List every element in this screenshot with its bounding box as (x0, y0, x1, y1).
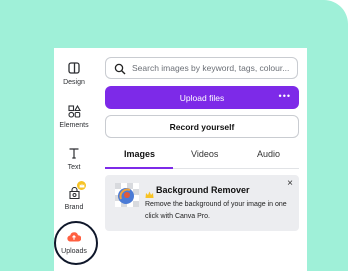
search-placeholder: Search images by keyword, tags, colour..… (132, 63, 290, 73)
brand-icon (67, 181, 86, 200)
promo-description: Remove the background of your image in o… (145, 201, 287, 220)
sidebar-item-design[interactable]: Design (54, 61, 94, 86)
background-remover-thumbnail-icon (115, 183, 139, 212)
crown-badge-icon (77, 181, 86, 190)
sidebar-item-text[interactable]: Text (54, 146, 94, 171)
layout-icon (67, 61, 81, 75)
text-icon (67, 146, 81, 160)
shapes-icon (67, 104, 81, 118)
tab-audio[interactable]: Audio (257, 149, 280, 159)
sidebar-item-label: Text (67, 164, 81, 171)
close-icon[interactable]: × (287, 178, 293, 189)
media-tabs: Images Videos Audio (105, 147, 299, 169)
tab-images[interactable]: Images (124, 149, 155, 159)
record-yourself-button[interactable]: Record yourself (105, 115, 299, 138)
background-remover-promo[interactable]: Background Remover Remove the background… (105, 175, 299, 231)
record-yourself-label: Record yourself (169, 121, 235, 132)
active-tab-indicator (105, 167, 173, 169)
search-input[interactable]: Search images by keyword, tags, colour..… (105, 57, 298, 79)
sidebar-item-brand[interactable]: Brand (54, 181, 94, 211)
upload-files-button[interactable]: Upload files ••• (105, 86, 299, 109)
more-options-icon[interactable]: ••• (279, 91, 291, 101)
sidebar-item-label: Elements (59, 122, 89, 129)
uploads-highlight-ring (54, 221, 98, 265)
search-icon (114, 62, 126, 75)
sidebar-item-elements[interactable]: Elements (54, 104, 94, 129)
sidebar-item-label: Brand (64, 204, 84, 211)
tab-videos[interactable]: Videos (191, 149, 218, 159)
upload-files-label: Upload files (179, 92, 225, 103)
promo-title: Background Remover (156, 185, 250, 195)
sidebar-item-label: Design (63, 79, 85, 86)
